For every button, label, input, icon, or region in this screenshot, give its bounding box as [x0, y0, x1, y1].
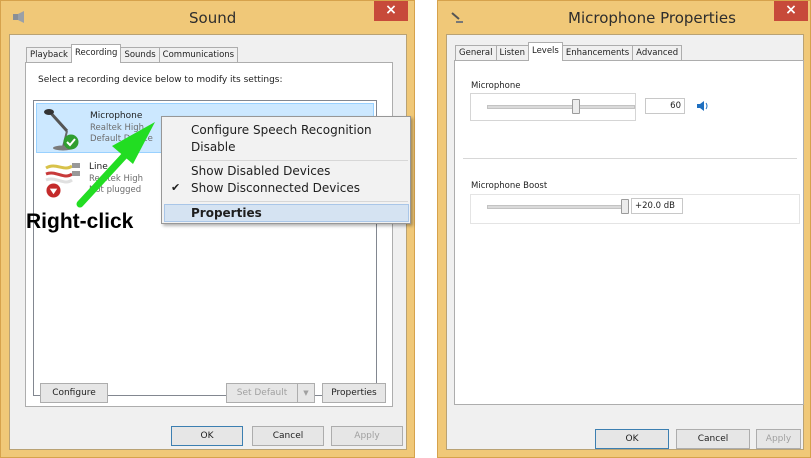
ok-button[interactable]: OK	[595, 429, 669, 449]
boost-group-label: Microphone Boost	[471, 181, 548, 191]
window-title: Sound	[189, 9, 237, 27]
device-name: Line	[89, 162, 108, 172]
speaker-mute-icon[interactable]	[696, 100, 710, 112]
menu-item-configure-speech[interactable]: Configure Speech Recognition	[191, 123, 372, 137]
microphone-slider-track[interactable]	[487, 105, 635, 109]
boost-slider-thumb[interactable]	[621, 199, 629, 214]
set-default-dropdown[interactable]: ▼	[297, 383, 315, 403]
device-name: Microphone	[90, 111, 143, 121]
apply-button[interactable]: Apply	[331, 426, 403, 446]
sound-client-area: Playback Recording Sounds Communications…	[9, 34, 407, 450]
microphone-level-value[interactable]: 60	[645, 98, 685, 114]
boost-slider-track[interactable]	[487, 205, 627, 209]
tab-recording[interactable]: Recording	[70, 44, 122, 63]
red-down-arrow-icon	[46, 183, 61, 198]
mic-tab-strip: General Listen Levels Enhancements Advan…	[455, 42, 683, 61]
sound-tab-strip: Playback Recording Sounds Communications	[26, 44, 239, 63]
device-context-menu: Configure Speech Recognition Disable Sho…	[161, 116, 411, 224]
green-check-icon	[63, 134, 79, 150]
tab-listen[interactable]: Listen	[495, 45, 529, 61]
checkmark-icon: ✔	[171, 181, 181, 194]
tab-general[interactable]: General	[455, 45, 497, 61]
tab-advanced[interactable]: Advanced	[632, 45, 683, 61]
microphone-group-label: Microphone	[471, 81, 521, 91]
apply-button[interactable]: Apply	[756, 429, 801, 449]
window-title: Microphone Properties	[568, 9, 736, 27]
device-status: Default Device	[90, 134, 153, 144]
sound-titlebar[interactable]: Sound ×	[1, 1, 414, 34]
ok-button[interactable]: OK	[171, 426, 243, 446]
tab-playback[interactable]: Playback	[26, 47, 72, 63]
mic-properties-window: Microphone Properties × General Listen L…	[437, 0, 811, 458]
levels-tab-panel: Microphone 60 Microphone Boost +20.0 dB	[454, 60, 804, 405]
mic-titlebar[interactable]: Microphone Properties ×	[438, 1, 810, 34]
menu-item-disable[interactable]: Disable	[191, 140, 236, 154]
microphone-slider-thumb[interactable]	[571, 99, 580, 114]
close-button[interactable]: ×	[374, 1, 408, 21]
instruction-text: Select a recording device below to modif…	[38, 75, 283, 85]
device-driver: Realtek High	[89, 174, 144, 184]
tab-levels[interactable]: Levels	[527, 42, 563, 61]
microphone-app-icon	[451, 12, 463, 23]
menu-item-properties-highlight[interactable]: Properties	[164, 204, 409, 222]
menu-item-show-disabled[interactable]: Show Disabled Devices	[191, 164, 330, 178]
tab-enhancements[interactable]: Enhancements	[561, 45, 634, 61]
cancel-button[interactable]: Cancel	[252, 426, 324, 446]
close-button[interactable]: ×	[774, 1, 808, 21]
chevron-down-icon: ▼	[303, 389, 309, 397]
tab-sounds[interactable]: Sounds	[120, 47, 160, 63]
menu-separator	[190, 201, 408, 202]
divider	[463, 158, 797, 159]
recording-tab-panel: Select a recording device below to modif…	[25, 62, 393, 407]
tab-communications[interactable]: Communications	[158, 47, 239, 63]
boost-level-value[interactable]: +20.0 dB	[631, 198, 683, 214]
right-click-label: Right-click	[26, 210, 134, 233]
speaker-app-icon	[13, 11, 24, 23]
properties-button[interactable]: Properties	[322, 383, 386, 403]
cancel-button[interactable]: Cancel	[676, 429, 750, 449]
device-status: Not plugged	[89, 185, 142, 195]
menu-separator	[190, 160, 408, 161]
device-driver: Realtek High	[90, 123, 145, 133]
menu-item-show-disconnected[interactable]: Show Disconnected Devices	[191, 181, 360, 195]
mic-client-area: General Listen Levels Enhancements Advan…	[446, 34, 804, 450]
set-default-button[interactable]: Set Default	[226, 383, 298, 403]
configure-button[interactable]: Configure	[40, 383, 108, 403]
menu-item-properties[interactable]: Properties	[191, 206, 262, 220]
